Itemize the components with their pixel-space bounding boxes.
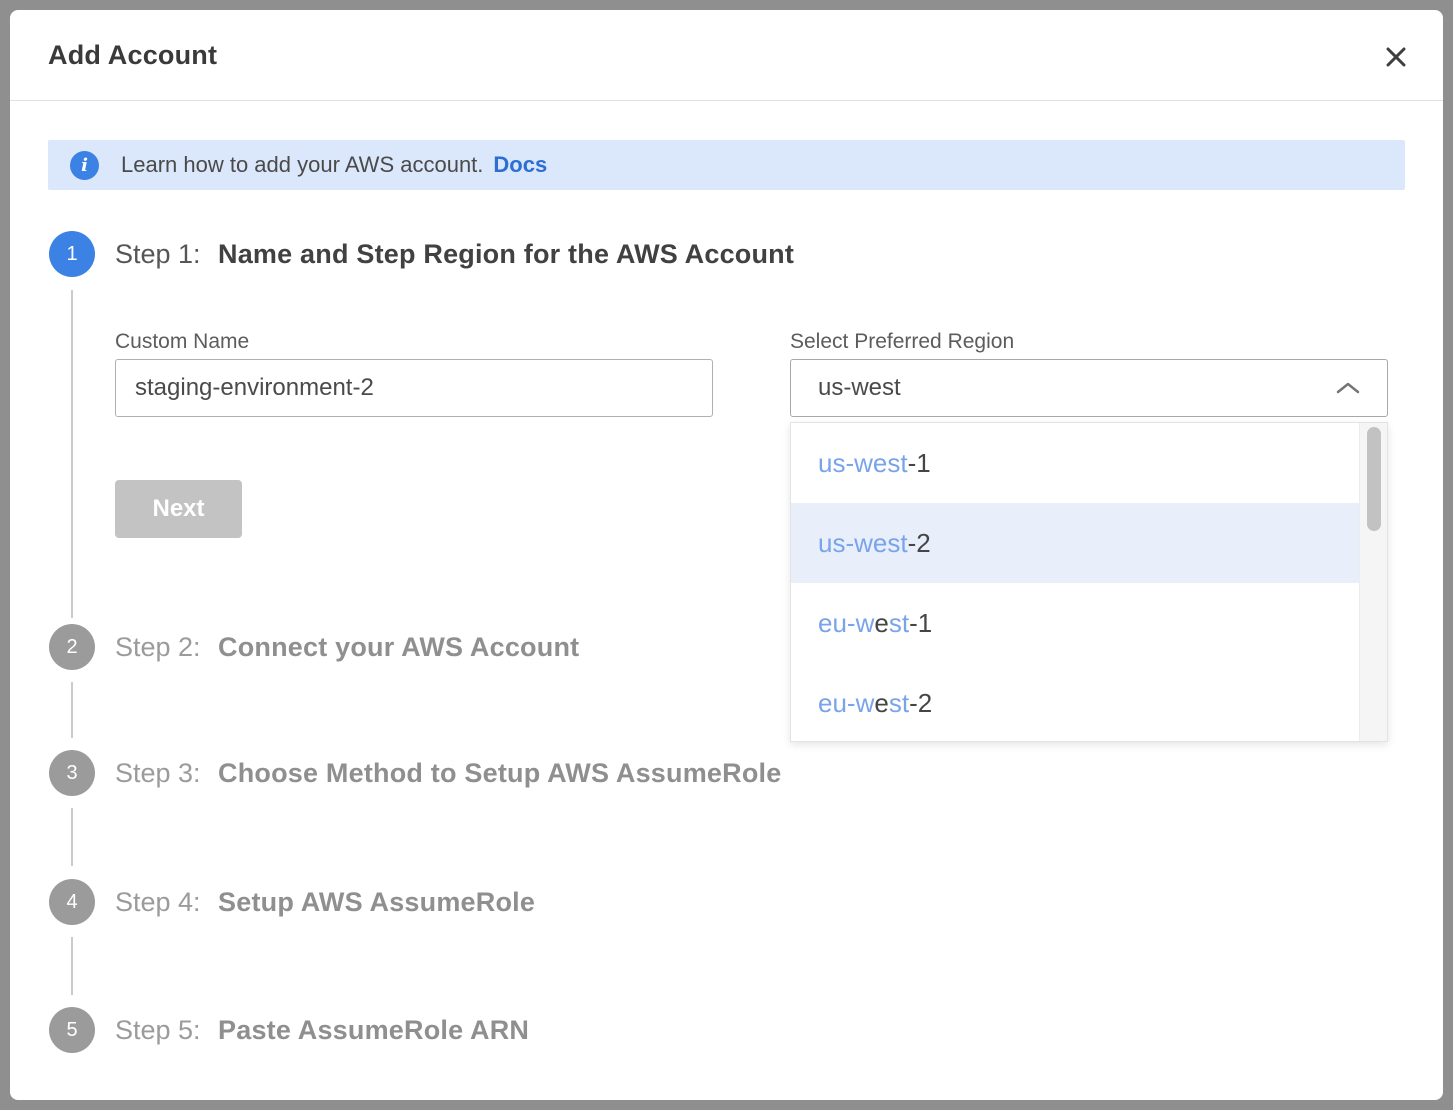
step-row-3: 3 Step 3: Choose Method to Setup AWS Ass… xyxy=(49,750,781,796)
step-row-4: 4 Step 4: Setup AWS AssumeRole xyxy=(49,879,535,925)
dropdown-scrollbar-track[interactable] xyxy=(1359,423,1387,741)
region-options-list: us-west-1 us-west-2 eu-west-1 eu-west-2 xyxy=(791,423,1359,741)
step-row-1: 1 Step 1: Name and Step Region for the A… xyxy=(49,231,794,277)
dropdown-scrollbar-thumb[interactable] xyxy=(1367,427,1381,531)
step-3-indicator: 3 xyxy=(49,750,95,796)
step-4-title: Setup AWS AssumeRole xyxy=(218,887,535,917)
option-text-match: eu-w xyxy=(818,608,874,639)
region-select[interactable]: us-west xyxy=(790,359,1388,417)
option-eu-west-2[interactable]: eu-west-2 xyxy=(791,663,1359,743)
close-icon[interactable] xyxy=(1381,42,1411,72)
step-2-title: Connect your AWS Account xyxy=(218,632,579,662)
step-4-number: 4 xyxy=(66,891,77,914)
step-2-number: 2 xyxy=(66,636,77,659)
step-3-number: 3 xyxy=(66,762,77,785)
close-x-glyph xyxy=(1384,45,1408,69)
step-1-indicator: 1 xyxy=(49,231,95,277)
option-eu-west-1[interactable]: eu-west-1 xyxy=(791,583,1359,663)
step-3-prefix: Step 3: xyxy=(115,758,201,788)
option-text-rest: -1 xyxy=(908,448,931,479)
step-row-2: 2 Step 2: Connect your AWS Account xyxy=(49,624,579,670)
step-2-heading: Step 2: Connect your AWS Account xyxy=(115,632,579,663)
option-text-rest: -1 xyxy=(909,608,932,639)
step-4-indicator: 4 xyxy=(49,879,95,925)
step-1-heading: Step 1: Name and Step Region for the AWS… xyxy=(115,239,794,270)
step-1-number: 1 xyxy=(66,243,77,266)
option-text-match: us-west xyxy=(818,448,908,479)
info-icon: i xyxy=(70,151,99,180)
step-4-prefix: Step 4: xyxy=(115,887,201,917)
step-5-heading: Step 5: Paste AssumeRole ARN xyxy=(115,1015,529,1046)
step-1-connector-line xyxy=(71,290,73,618)
option-text-match: st xyxy=(889,688,909,719)
step-4-connector-line xyxy=(71,937,73,995)
docs-link[interactable]: Docs xyxy=(493,152,547,178)
step-3-heading: Step 3: Choose Method to Setup AWS Assum… xyxy=(115,758,781,789)
step-1-title: Name and Step Region for the AWS Account xyxy=(218,239,794,269)
option-text-match: eu-w xyxy=(818,688,874,719)
custom-name-label: Custom Name xyxy=(115,330,249,354)
region-dropdown-panel: us-west-1 us-west-2 eu-west-1 eu-west-2 xyxy=(790,422,1388,742)
option-us-west-1[interactable]: us-west-1 xyxy=(791,423,1359,503)
header-divider xyxy=(10,100,1443,101)
banner-text: Learn how to add your AWS account. xyxy=(121,152,483,178)
option-us-west-2[interactable]: us-west-2 xyxy=(791,503,1359,583)
step-row-5: 5 Step 5: Paste AssumeRole ARN xyxy=(49,1007,529,1053)
step-2-prefix: Step 2: xyxy=(115,632,201,662)
step-5-prefix: Step 5: xyxy=(115,1015,201,1045)
option-text-rest: e xyxy=(874,688,888,719)
option-text-match: st xyxy=(889,608,909,639)
region-label: Select Preferred Region xyxy=(790,330,1014,354)
step-2-connector-line xyxy=(71,682,73,738)
option-text-rest: -2 xyxy=(908,528,931,559)
chevron-up-icon xyxy=(1334,380,1362,396)
step-4-heading: Step 4: Setup AWS AssumeRole xyxy=(115,887,535,918)
option-text-match: us-west xyxy=(818,528,908,559)
option-text-rest: e xyxy=(874,608,888,639)
next-button[interactable]: Next xyxy=(115,480,242,538)
region-select-value: us-west xyxy=(818,374,901,402)
info-banner: i Learn how to add your AWS account. Doc… xyxy=(48,140,1405,190)
option-text-rest: -2 xyxy=(909,688,932,719)
page-title: Add Account xyxy=(48,40,217,71)
step-3-title: Choose Method to Setup AWS AssumeRole xyxy=(218,758,781,788)
step-1-prefix: Step 1: xyxy=(115,239,201,269)
step-5-number: 5 xyxy=(66,1019,77,1042)
step-2-indicator: 2 xyxy=(49,624,95,670)
step-5-title: Paste AssumeRole ARN xyxy=(218,1015,529,1045)
add-account-modal: Add Account i Learn how to add your AWS … xyxy=(10,10,1443,1100)
step-3-connector-line xyxy=(71,808,73,866)
step-5-indicator: 5 xyxy=(49,1007,95,1053)
custom-name-input[interactable] xyxy=(115,359,713,417)
